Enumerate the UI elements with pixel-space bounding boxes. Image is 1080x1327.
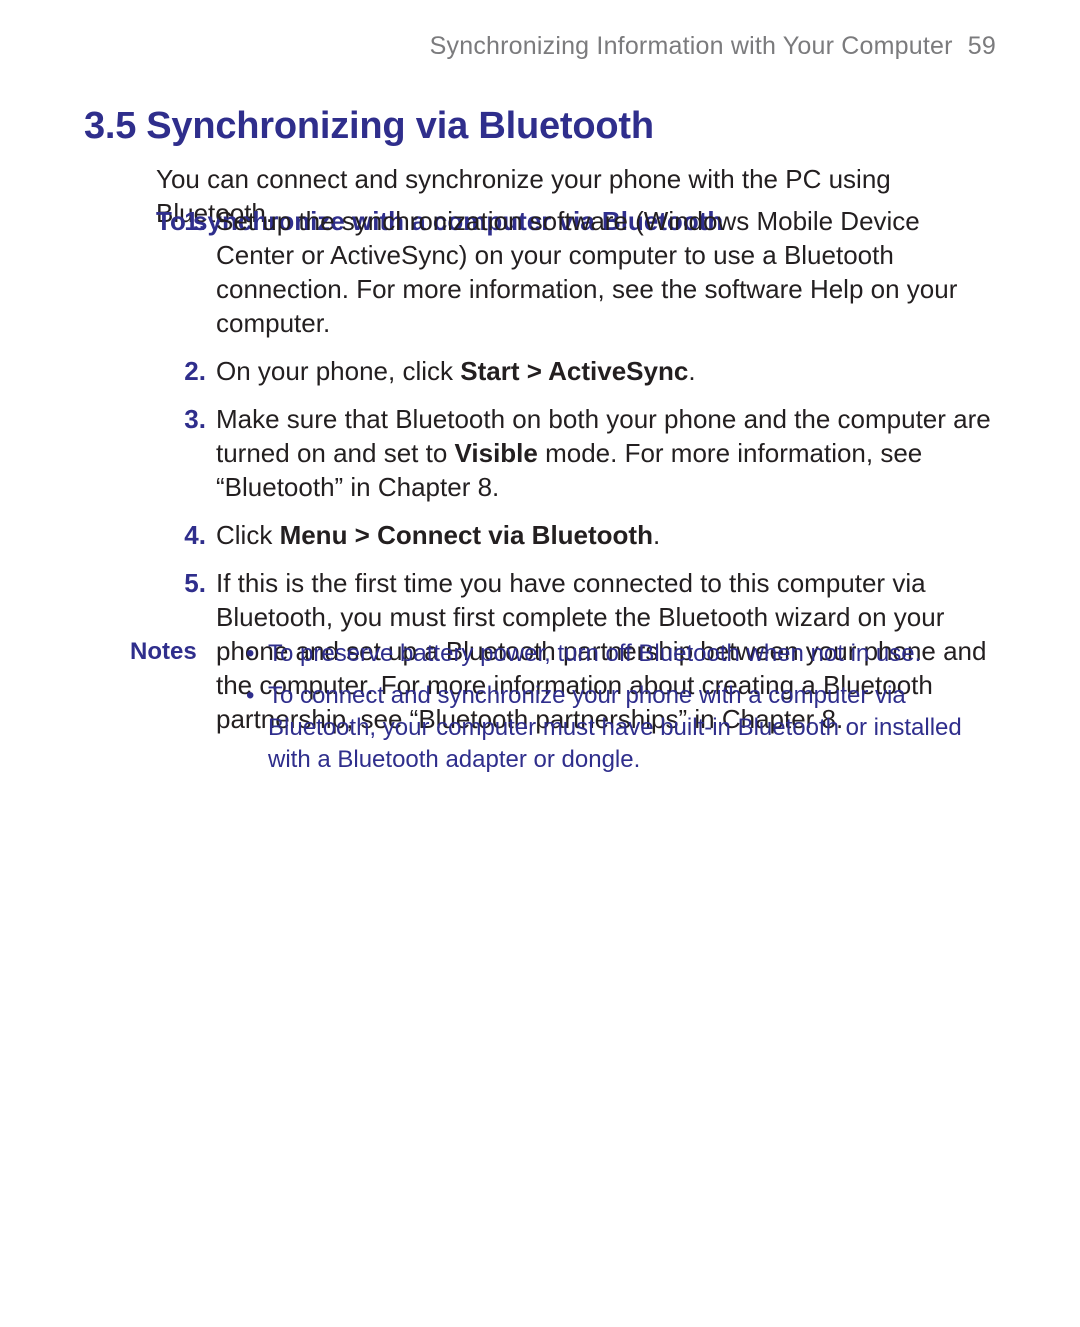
step-item: Click Menu > Connect via Bluetooth. xyxy=(172,518,996,552)
page: Synchronizing Information with Your Comp… xyxy=(0,0,1080,1327)
section-number: 3.5 xyxy=(84,105,136,147)
step-text: . xyxy=(653,520,660,550)
step-text-bold: Menu > Connect via Bluetooth xyxy=(280,520,653,550)
notes-label: Notes xyxy=(130,638,240,666)
step-text: . xyxy=(688,356,695,386)
step-text: Set up the synchronization software (Win… xyxy=(216,206,957,338)
step-text: Click xyxy=(216,520,280,550)
step-item: Make sure that Bluetooth on both your ph… xyxy=(172,402,996,504)
section-heading: 3.5Synchronizing via Bluetooth xyxy=(84,105,996,148)
chapter-title: Synchronizing Information with Your Comp… xyxy=(430,32,953,60)
notes-list: To preserve battery power, turn off Blue… xyxy=(240,638,996,786)
notes-block: Notes To preserve battery power, turn of… xyxy=(130,638,996,786)
running-header: Synchronizing Information with Your Comp… xyxy=(430,32,996,61)
page-number: 59 xyxy=(968,32,996,60)
step-text-bold: Visible xyxy=(455,438,538,468)
step-text-bold: Start > ActiveSync xyxy=(460,356,688,386)
note-item: To connect and synchronize your phone wi… xyxy=(268,680,996,776)
section-title: Synchronizing via Bluetooth xyxy=(146,105,654,147)
step-item: On your phone, click Start > ActiveSync. xyxy=(172,354,996,388)
note-item: To preserve battery power, turn off Blue… xyxy=(268,638,996,670)
step-text: On your phone, click xyxy=(216,356,460,386)
step-item: Set up the synchronization software (Win… xyxy=(172,204,996,340)
